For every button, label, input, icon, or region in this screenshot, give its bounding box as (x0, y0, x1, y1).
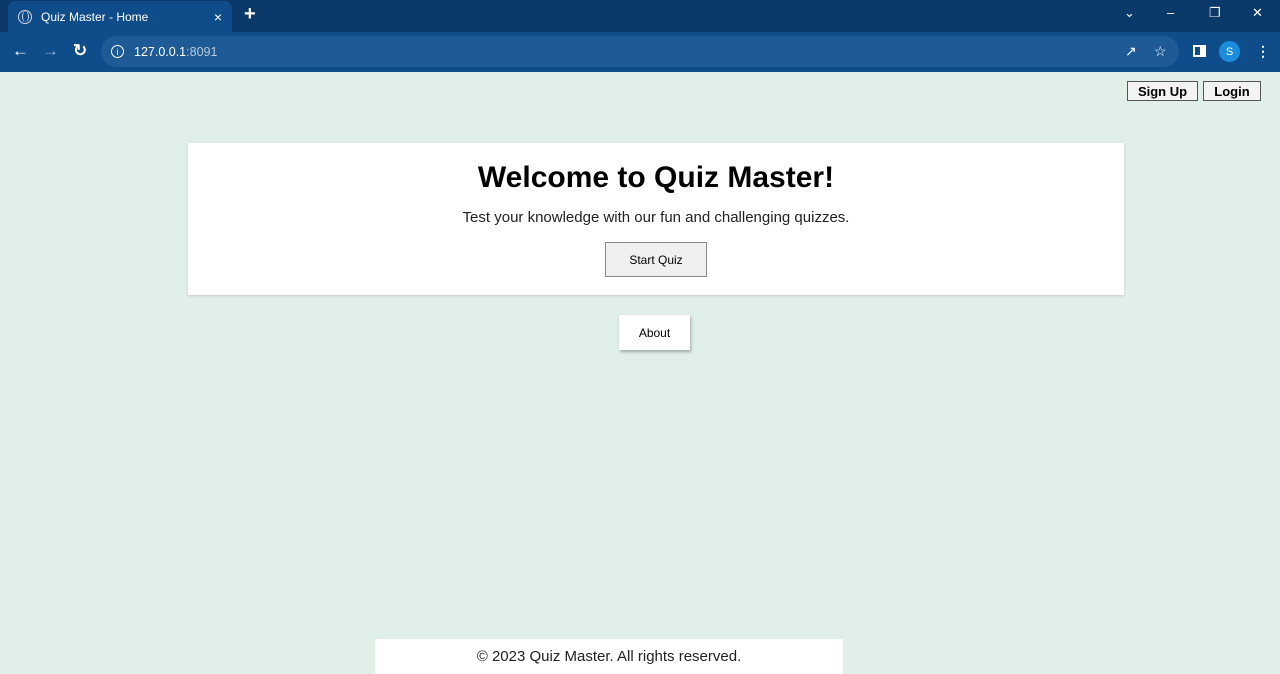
bookmark-star-icon[interactable]: ☆ (1154, 43, 1167, 60)
page-subtitle: Test your knowledge with our fun and cha… (462, 209, 850, 226)
share-icon[interactable]: ↗ (1125, 43, 1137, 60)
side-panel-icon[interactable] (1193, 45, 1206, 57)
start-quiz-button[interactable]: Start Quiz (605, 242, 707, 277)
tab-title: Quiz Master - Home (41, 9, 149, 24)
url-port: :8091 (186, 44, 218, 59)
forward-icon[interactable]: → (42, 41, 59, 61)
footer: © 2023 Quiz Master. All rights reserved. (375, 639, 843, 674)
tab-search-icon[interactable]: ⌄ (1124, 5, 1135, 21)
reload-icon[interactable]: ↻ (73, 41, 87, 61)
menu-kebab-icon[interactable]: ⋮ (1256, 43, 1270, 60)
tab-close-icon[interactable]: × (214, 9, 222, 25)
welcome-card: Welcome to Quiz Master! Test your knowle… (188, 143, 1124, 295)
page-title: Welcome to Quiz Master! (477, 161, 835, 194)
profile-avatar[interactable]: S (1219, 41, 1240, 62)
url-host: 127.0.0.1 (134, 44, 187, 59)
tab-strip: Quiz Master - Home × + ⌄ – ❐ ✕ (0, 0, 1280, 32)
login-button[interactable]: Login (1203, 81, 1261, 101)
globe-icon (18, 9, 32, 24)
browser-toolbar: ← → ↻ i 127.0.0.1:8091 ↗ ☆ (0, 32, 1280, 72)
new-tab-icon[interactable]: + (244, 3, 256, 26)
restore-icon[interactable]: ❐ (1209, 5, 1221, 21)
back-icon[interactable]: ← (12, 41, 29, 61)
window-close-icon[interactable]: ✕ (1252, 5, 1263, 21)
about-button[interactable]: About (619, 315, 690, 350)
address-bar[interactable]: i 127.0.0.1:8091 (101, 36, 1179, 67)
signup-button[interactable]: Sign Up (1127, 81, 1198, 101)
minimize-icon[interactable]: – (1167, 5, 1174, 20)
site-info-icon[interactable]: i (111, 45, 124, 58)
footer-text: © 2023 Quiz Master. All rights reserved. (476, 648, 742, 665)
browser-tab[interactable]: Quiz Master - Home × (8, 1, 232, 32)
